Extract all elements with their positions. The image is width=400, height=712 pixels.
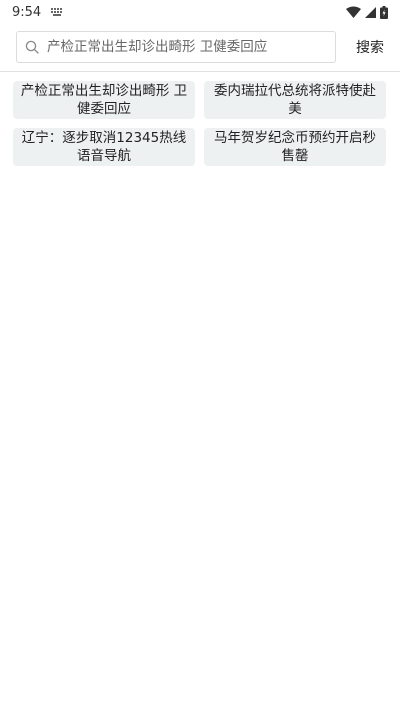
hot-search-suggestions: 产检正常出生却诊出畸形 卫健委回应 委内瑞拉代总统将派特使赴美 辽宁：逐步取消1… [13,81,387,166]
status-bar: 9:54 [0,0,400,24]
suggestion-item[interactable]: 产检正常出生却诊出畸形 卫健委回应 [13,81,195,119]
cell-signal-icon [365,6,376,18]
status-time: 9:54 [12,4,42,20]
suggestion-item[interactable]: 委内瑞拉代总统将派特使赴美 [204,81,386,119]
search-icon [25,40,39,54]
wifi-icon [346,6,361,18]
battery-icon [380,5,388,19]
search-bar: 搜索 [0,24,400,70]
suggestion-item[interactable]: 马年贺岁纪念币预约开启秒售罄 [204,128,386,166]
header-divider [0,71,400,72]
search-field[interactable] [16,31,336,63]
search-button[interactable]: 搜索 [356,37,384,57]
keyboard-icon [51,8,63,16]
search-input[interactable] [47,39,327,55]
suggestion-item[interactable]: 辽宁：逐步取消12345热线语音导航 [13,128,195,166]
